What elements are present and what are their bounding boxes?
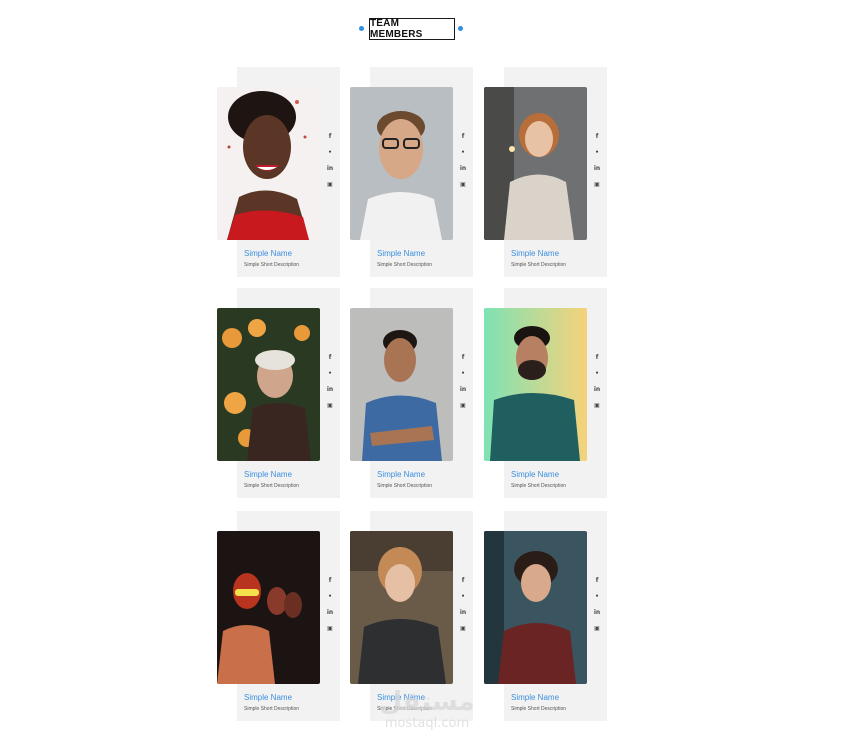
social-links: f • in ▣ bbox=[457, 354, 469, 410]
youtube-icon[interactable]: ▣ bbox=[460, 625, 466, 633]
member-name[interactable]: Simple Name bbox=[244, 693, 292, 702]
facebook-icon[interactable]: f bbox=[596, 577, 599, 585]
member-photo[interactable] bbox=[217, 531, 320, 684]
member-photo[interactable] bbox=[484, 87, 587, 240]
linkedin-icon[interactable]: in bbox=[460, 386, 466, 394]
member-photo[interactable] bbox=[350, 87, 453, 240]
header-dot-left bbox=[359, 26, 364, 31]
social-links: f • in ▣ bbox=[457, 577, 469, 633]
twitter-icon[interactable]: • bbox=[595, 370, 599, 378]
linkedin-icon[interactable]: in bbox=[594, 165, 600, 173]
member-photo[interactable] bbox=[350, 531, 453, 684]
facebook-icon[interactable]: f bbox=[596, 133, 599, 141]
member-description: Simple Short Description bbox=[377, 706, 433, 712]
social-links: f • in ▣ bbox=[591, 133, 603, 189]
section-title: TEAM MEMBERS bbox=[369, 18, 455, 40]
youtube-icon[interactable]: ▣ bbox=[460, 181, 466, 189]
team-card-6[interactable]: f • in ▣ Simple Name Simple Short Descri… bbox=[484, 288, 624, 500]
facebook-icon[interactable]: f bbox=[462, 133, 465, 141]
member-description: Simple Short Description bbox=[377, 483, 433, 489]
facebook-icon[interactable]: f bbox=[329, 133, 332, 141]
team-card-4[interactable]: f • in ▣ Simple Name Simple Short Descri… bbox=[217, 288, 357, 500]
facebook-icon[interactable]: f bbox=[329, 577, 332, 585]
youtube-icon[interactable]: ▣ bbox=[327, 402, 333, 410]
youtube-icon[interactable]: ▣ bbox=[594, 625, 600, 633]
member-name[interactable]: Simple Name bbox=[377, 470, 425, 479]
team-card-5[interactable]: f • in ▣ Simple Name Simple Short Descri… bbox=[350, 288, 490, 500]
social-links: f • in ▣ bbox=[324, 577, 336, 633]
member-description: Simple Short Description bbox=[244, 262, 300, 268]
linkedin-icon[interactable]: in bbox=[327, 386, 333, 394]
twitter-icon[interactable]: • bbox=[461, 149, 465, 157]
linkedin-icon[interactable]: in bbox=[327, 609, 333, 617]
member-name[interactable]: Simple Name bbox=[244, 249, 292, 258]
team-card-1[interactable]: f • in ▣ Simple Name Simple Short Descri… bbox=[217, 67, 357, 279]
member-photo[interactable] bbox=[484, 308, 587, 461]
youtube-icon[interactable]: ▣ bbox=[327, 181, 333, 189]
member-photo[interactable] bbox=[350, 308, 453, 461]
team-card-9[interactable]: f • in ▣ Simple Name Simple Short Descri… bbox=[484, 511, 624, 723]
team-card-8[interactable]: f • in ▣ Simple Name Simple Short Descri… bbox=[350, 511, 490, 723]
member-description: Simple Short Description bbox=[511, 262, 567, 268]
twitter-icon[interactable]: • bbox=[595, 593, 599, 601]
member-description: Simple Short Description bbox=[511, 706, 567, 712]
facebook-icon[interactable]: f bbox=[462, 354, 465, 362]
social-links: f • in ▣ bbox=[324, 354, 336, 410]
member-description: Simple Short Description bbox=[511, 483, 567, 489]
social-links: f • in ▣ bbox=[457, 133, 469, 189]
twitter-icon[interactable]: • bbox=[328, 593, 332, 601]
member-photo[interactable] bbox=[484, 531, 587, 684]
member-photo[interactable] bbox=[217, 87, 320, 240]
linkedin-icon[interactable]: in bbox=[327, 165, 333, 173]
team-card-3[interactable]: f • in ▣ Simple Name Simple Short Descri… bbox=[484, 67, 624, 279]
facebook-icon[interactable]: f bbox=[329, 354, 332, 362]
linkedin-icon[interactable]: in bbox=[460, 165, 466, 173]
member-name[interactable]: Simple Name bbox=[377, 249, 425, 258]
linkedin-icon[interactable]: in bbox=[460, 609, 466, 617]
header-dot-right bbox=[458, 26, 463, 31]
twitter-icon[interactable]: • bbox=[461, 593, 465, 601]
youtube-icon[interactable]: ▣ bbox=[594, 402, 600, 410]
linkedin-icon[interactable]: in bbox=[594, 386, 600, 394]
twitter-icon[interactable]: • bbox=[328, 149, 332, 157]
social-links: f • in ▣ bbox=[591, 577, 603, 633]
linkedin-icon[interactable]: in bbox=[594, 609, 600, 617]
facebook-icon[interactable]: f bbox=[596, 354, 599, 362]
section-header: TEAM MEMBERS bbox=[0, 18, 854, 40]
member-description: Simple Short Description bbox=[244, 483, 300, 489]
member-name[interactable]: Simple Name bbox=[244, 470, 292, 479]
social-links: f • in ▣ bbox=[591, 354, 603, 410]
member-description: Simple Short Description bbox=[244, 706, 300, 712]
youtube-icon[interactable]: ▣ bbox=[460, 402, 466, 410]
member-photo[interactable] bbox=[217, 308, 320, 461]
member-name[interactable]: Simple Name bbox=[377, 693, 425, 702]
member-name[interactable]: Simple Name bbox=[511, 470, 559, 479]
youtube-icon[interactable]: ▣ bbox=[327, 625, 333, 633]
member-name[interactable]: Simple Name bbox=[511, 693, 559, 702]
twitter-icon[interactable]: • bbox=[595, 149, 599, 157]
social-links: f • in ▣ bbox=[324, 133, 336, 189]
youtube-icon[interactable]: ▣ bbox=[594, 181, 600, 189]
twitter-icon[interactable]: • bbox=[328, 370, 332, 378]
member-name[interactable]: Simple Name bbox=[511, 249, 559, 258]
team-card-2[interactable]: f • in ▣ Simple Name Simple Short Descri… bbox=[350, 67, 490, 279]
twitter-icon[interactable]: • bbox=[461, 370, 465, 378]
facebook-icon[interactable]: f bbox=[462, 577, 465, 585]
team-card-7[interactable]: f • in ▣ Simple Name Simple Short Descri… bbox=[217, 511, 357, 723]
member-description: Simple Short Description bbox=[377, 262, 433, 268]
